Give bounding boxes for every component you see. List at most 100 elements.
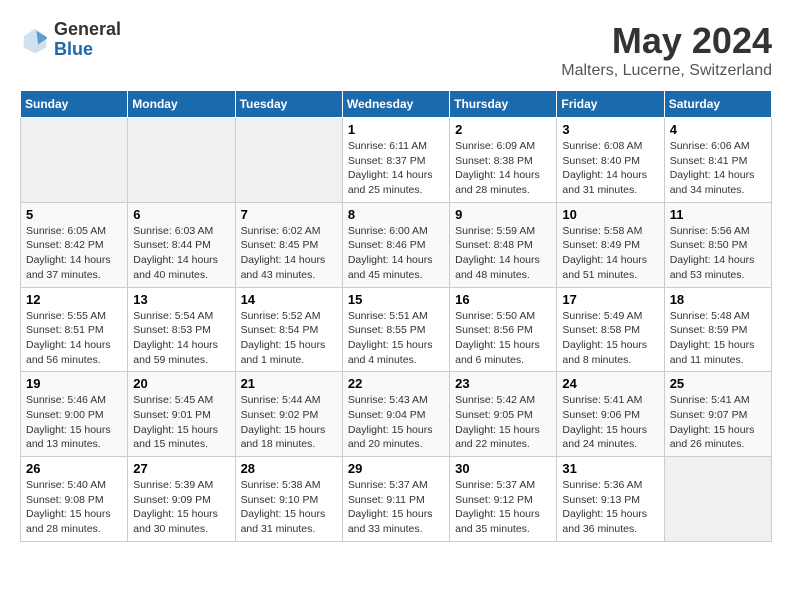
- day-number: 27: [133, 461, 229, 476]
- day-number: 15: [348, 292, 444, 307]
- day-number: 6: [133, 207, 229, 222]
- calendar-cell: 17 Sunrise: 5:49 AM Sunset: 8:58 PM Dayli…: [557, 287, 664, 372]
- calendar-cell: 3 Sunrise: 6:08 AM Sunset: 8:40 PM Daylig…: [557, 118, 664, 203]
- calendar-cell: [235, 118, 342, 203]
- day-info: Sunrise: 5:49 AM Sunset: 8:58 PM Dayligh…: [562, 309, 658, 368]
- calendar-cell: 16Sunrise: 5:50 AM Sunset: 8:56 PM Dayli…: [450, 287, 557, 372]
- day-number: 9: [455, 207, 551, 222]
- day-number: 25: [670, 376, 766, 391]
- calendar-cell: 2Sunrise: 6:09 AM Sunset: 8:38 PM Daylig…: [450, 118, 557, 203]
- day-number: 29: [348, 461, 444, 476]
- calendar-cell: 29 Sunrise: 5:37 AM Sunset: 9:11 PM Dayli…: [342, 457, 449, 542]
- day-info: Sunrise: 5:52 AM Sunset: 8:54 PM Dayligh…: [241, 309, 337, 368]
- calendar-cell: 31Sunrise: 5:36 AM Sunset: 9:13 PM Dayli…: [557, 457, 664, 542]
- calendar-cell: 30 Sunrise: 5:37 AM Sunset: 9:12 PM Dayli…: [450, 457, 557, 542]
- week-row-3: 12Sunrise: 5:55 AM Sunset: 8:51 PM Dayli…: [21, 287, 772, 372]
- calendar-table: SundayMondayTuesdayWednesdayThursdayFrid…: [20, 90, 772, 542]
- day-number: 1: [348, 122, 444, 137]
- calendar-cell: 24 Sunrise: 5:41 AM Sunset: 9:06 PM Dayli…: [557, 372, 664, 457]
- calendar-cell: 21 Sunrise: 5:44 AM Sunset: 9:02 PM Dayli…: [235, 372, 342, 457]
- day-info: Sunrise: 6:02 AM Sunset: 8:45 PM Dayligh…: [241, 224, 337, 283]
- calendar-cell: 1 Sunrise: 6:11 AM Sunset: 8:37 PM Daylig…: [342, 118, 449, 203]
- subtitle: Malters, Lucerne, Switzerland: [561, 62, 772, 80]
- calendar-cell: 15Sunrise: 5:51 AM Sunset: 8:55 PM Dayli…: [342, 287, 449, 372]
- day-number: 26: [26, 461, 122, 476]
- day-number: 4: [670, 122, 766, 137]
- day-info: Sunrise: 5:42 AM Sunset: 9:05 PM Dayligh…: [455, 393, 551, 452]
- day-info: Sunrise: 5:56 AM Sunset: 8:50 PM Dayligh…: [670, 224, 766, 283]
- calendar-cell: 13 Sunrise: 5:54 AM Sunset: 8:53 PM Dayli…: [128, 287, 235, 372]
- col-header-monday: Monday: [128, 91, 235, 118]
- calendar-cell: 11 Sunrise: 5:56 AM Sunset: 8:50 PM Dayli…: [664, 202, 771, 287]
- logo: General Blue: [20, 20, 121, 60]
- calendar-cell: [664, 457, 771, 542]
- logo-general: General: [54, 20, 121, 40]
- day-info: Sunrise: 5:45 AM Sunset: 9:01 PM Dayligh…: [133, 393, 229, 452]
- logo-blue: Blue: [54, 40, 121, 60]
- header-row: SundayMondayTuesdayWednesdayThursdayFrid…: [21, 91, 772, 118]
- calendar-cell: 6 Sunrise: 6:03 AM Sunset: 8:44 PM Daylig…: [128, 202, 235, 287]
- day-number: 5: [26, 207, 122, 222]
- calendar-cell: 27Sunrise: 5:39 AM Sunset: 9:09 PM Dayli…: [128, 457, 235, 542]
- week-row-5: 26Sunrise: 5:40 AM Sunset: 9:08 PM Dayli…: [21, 457, 772, 542]
- day-info: Sunrise: 6:06 AM Sunset: 8:41 PM Dayligh…: [670, 139, 766, 198]
- day-number: 7: [241, 207, 337, 222]
- day-number: 18: [670, 292, 766, 307]
- day-info: Sunrise: 5:38 AM Sunset: 9:10 PM Dayligh…: [241, 478, 337, 537]
- calendar-cell: 4 Sunrise: 6:06 AM Sunset: 8:41 PM Daylig…: [664, 118, 771, 203]
- calendar-cell: 19 Sunrise: 5:46 AM Sunset: 9:00 PM Dayli…: [21, 372, 128, 457]
- day-number: 17: [562, 292, 658, 307]
- day-number: 16: [455, 292, 551, 307]
- header: General Blue May 2024 Malters, Lucerne, …: [20, 20, 772, 80]
- calendar-cell: 8 Sunrise: 6:00 AM Sunset: 8:46 PM Daylig…: [342, 202, 449, 287]
- calendar-cell: 28 Sunrise: 5:38 AM Sunset: 9:10 PM Dayli…: [235, 457, 342, 542]
- day-number: 20: [133, 376, 229, 391]
- calendar-cell: 7 Sunrise: 6:02 AM Sunset: 8:45 PM Daylig…: [235, 202, 342, 287]
- day-number: 30: [455, 461, 551, 476]
- day-number: 28: [241, 461, 337, 476]
- day-info: Sunrise: 5:46 AM Sunset: 9:00 PM Dayligh…: [26, 393, 122, 452]
- calendar-cell: 23Sunrise: 5:42 AM Sunset: 9:05 PM Dayli…: [450, 372, 557, 457]
- calendar-cell: 12Sunrise: 5:55 AM Sunset: 8:51 PM Dayli…: [21, 287, 128, 372]
- week-row-4: 19 Sunrise: 5:46 AM Sunset: 9:00 PM Dayli…: [21, 372, 772, 457]
- day-number: 3: [562, 122, 658, 137]
- day-number: 22: [348, 376, 444, 391]
- day-info: Sunrise: 6:08 AM Sunset: 8:40 PM Dayligh…: [562, 139, 658, 198]
- logo-icon: [20, 25, 50, 55]
- day-info: Sunrise: 6:03 AM Sunset: 8:44 PM Dayligh…: [133, 224, 229, 283]
- calendar-cell: 20 Sunrise: 5:45 AM Sunset: 9:01 PM Dayli…: [128, 372, 235, 457]
- day-number: 8: [348, 207, 444, 222]
- day-info: Sunrise: 6:05 AM Sunset: 8:42 PM Dayligh…: [26, 224, 122, 283]
- day-info: Sunrise: 6:09 AM Sunset: 8:38 PM Dayligh…: [455, 139, 551, 198]
- day-info: Sunrise: 5:55 AM Sunset: 8:51 PM Dayligh…: [26, 309, 122, 368]
- day-info: Sunrise: 5:37 AM Sunset: 9:12 PM Dayligh…: [455, 478, 551, 537]
- day-number: 19: [26, 376, 122, 391]
- calendar-cell: 5 Sunrise: 6:05 AM Sunset: 8:42 PM Daylig…: [21, 202, 128, 287]
- week-row-1: 1 Sunrise: 6:11 AM Sunset: 8:37 PM Daylig…: [21, 118, 772, 203]
- calendar-cell: 25 Sunrise: 5:41 AM Sunset: 9:07 PM Dayli…: [664, 372, 771, 457]
- day-info: Sunrise: 5:41 AM Sunset: 9:06 PM Dayligh…: [562, 393, 658, 452]
- day-info: Sunrise: 6:00 AM Sunset: 8:46 PM Dayligh…: [348, 224, 444, 283]
- col-header-tuesday: Tuesday: [235, 91, 342, 118]
- day-number: 13: [133, 292, 229, 307]
- week-row-2: 5 Sunrise: 6:05 AM Sunset: 8:42 PM Daylig…: [21, 202, 772, 287]
- day-number: 11: [670, 207, 766, 222]
- day-number: 21: [241, 376, 337, 391]
- calendar-cell: 18 Sunrise: 5:48 AM Sunset: 8:59 PM Dayli…: [664, 287, 771, 372]
- logo-text: General Blue: [54, 20, 121, 60]
- day-info: Sunrise: 6:11 AM Sunset: 8:37 PM Dayligh…: [348, 139, 444, 198]
- day-number: 24: [562, 376, 658, 391]
- calendar-cell: 9 Sunrise: 5:59 AM Sunset: 8:48 PM Daylig…: [450, 202, 557, 287]
- calendar-cell: [21, 118, 128, 203]
- day-info: Sunrise: 5:48 AM Sunset: 8:59 PM Dayligh…: [670, 309, 766, 368]
- day-info: Sunrise: 5:54 AM Sunset: 8:53 PM Dayligh…: [133, 309, 229, 368]
- day-info: Sunrise: 5:36 AM Sunset: 9:13 PM Dayligh…: [562, 478, 658, 537]
- col-header-wednesday: Wednesday: [342, 91, 449, 118]
- calendar-cell: 10Sunrise: 5:58 AM Sunset: 8:49 PM Dayli…: [557, 202, 664, 287]
- day-info: Sunrise: 5:41 AM Sunset: 9:07 PM Dayligh…: [670, 393, 766, 452]
- day-info: Sunrise: 5:37 AM Sunset: 9:11 PM Dayligh…: [348, 478, 444, 537]
- calendar-cell: [128, 118, 235, 203]
- day-info: Sunrise: 5:44 AM Sunset: 9:02 PM Dayligh…: [241, 393, 337, 452]
- day-number: 10: [562, 207, 658, 222]
- day-info: Sunrise: 5:59 AM Sunset: 8:48 PM Dayligh…: [455, 224, 551, 283]
